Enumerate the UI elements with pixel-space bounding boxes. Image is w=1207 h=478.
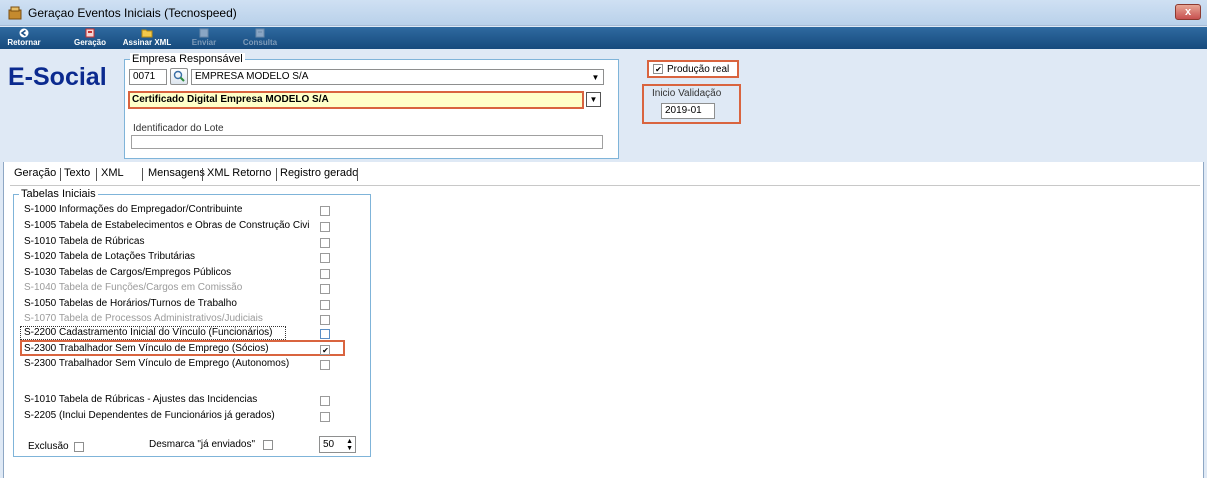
generate-icon xyxy=(85,28,95,38)
empresa-lookup-button[interactable] xyxy=(170,68,188,85)
tabelas-legend: Tabelas Iniciais xyxy=(19,188,98,200)
tabelas-iniciais-group: Tabelas Iniciais S-1000 Informações do E… xyxy=(13,188,371,457)
s1005-checkbox[interactable] xyxy=(320,222,330,233)
empresa-name-select[interactable]: EMPRESA MODELO S/A ▼ xyxy=(191,69,604,85)
s2200-checkbox[interactable] xyxy=(320,329,330,340)
list-item: S-2300 Trabalhador Sem Vínculo de Empreg… xyxy=(24,358,290,369)
list-item: S-1040 Tabela de Funções/Cargos em Comis… xyxy=(24,282,243,293)
validacao-input[interactable]: 2019-01 xyxy=(661,103,715,119)
stepper-value: 50 xyxy=(323,439,335,450)
back-arrow-icon xyxy=(19,28,29,38)
geracao-button[interactable]: Geração xyxy=(70,27,110,49)
list-item: S-1010 Tabela de Rúbricas xyxy=(24,236,145,247)
tab-mensagens[interactable]: Mensagens xyxy=(146,166,207,182)
list-item: S-1030 Tabelas de Cargos/Empregos Públic… xyxy=(24,267,232,278)
desmarca-checkbox[interactable] xyxy=(263,440,273,450)
toolbar: Retornar Geração Assinar XML Enviar Cons… xyxy=(0,27,1207,49)
validacao-label: Inicio Validação xyxy=(652,88,722,99)
query-icon xyxy=(255,28,265,38)
desmarca-label: Desmarca "já enviados" xyxy=(149,439,256,450)
s1000-checkbox[interactable] xyxy=(320,206,330,217)
s1050-checkbox[interactable] xyxy=(320,300,330,311)
list-item: S-1000 Informações do Empregador/Contrib… xyxy=(24,204,243,215)
list-item: S-1010 Tabela de Rúbricas - Ajustes das … xyxy=(24,394,258,405)
folder-icon xyxy=(141,29,153,38)
quantity-stepper[interactable]: 50 ▲ ▼ xyxy=(319,436,356,453)
producao-real-checkbox[interactable]: Produção real xyxy=(647,60,739,78)
certificate-dropdown-icon[interactable]: ▼ xyxy=(586,92,601,107)
window-title: Geraçao Eventos Iniciais (Tecnospeed) xyxy=(28,6,237,20)
validacao-group: Inicio Validação 2019-01 xyxy=(642,84,741,124)
tab-texto[interactable]: Texto xyxy=(62,166,92,182)
producao-label: Produção real xyxy=(667,64,730,75)
empresa-legend: Empresa Responsável xyxy=(130,53,245,65)
exclusao-checkbox[interactable] xyxy=(74,442,84,452)
lote-label: Identificador do Lote xyxy=(133,123,224,134)
s2300-socios-checkbox[interactable] xyxy=(320,345,330,356)
list-item: S-1005 Tabela de Estabelecimentos e Obra… xyxy=(24,220,310,231)
s1040-checkbox[interactable] xyxy=(320,284,330,295)
s2300-autonomos-checkbox[interactable] xyxy=(320,360,330,371)
spin-arrows-icon[interactable]: ▲ ▼ xyxy=(346,438,353,452)
app-icon xyxy=(8,6,22,20)
main-panel: Geração Texto XML Mensagens XML Retorno … xyxy=(3,162,1204,478)
tab-xml[interactable]: XML xyxy=(99,166,126,182)
send-icon xyxy=(199,28,209,38)
s1030-checkbox[interactable] xyxy=(320,269,330,280)
producao-check-icon xyxy=(653,64,663,74)
brand-title: E-Social xyxy=(8,63,107,91)
list-item: S-2205 (Inclui Dependentes de Funcionári… xyxy=(24,410,275,421)
search-icon xyxy=(173,70,185,82)
empresa-name-value: EMPRESA MODELO S/A xyxy=(195,71,309,82)
list-item: S-1050 Tabelas de Horários/Turnos de Tra… xyxy=(24,298,237,309)
chevron-down-icon: ▼ xyxy=(591,73,600,82)
exclusao-label: Exclusão xyxy=(28,441,69,452)
s1010-ajustes-checkbox[interactable] xyxy=(320,396,330,407)
consulta-button[interactable]: Consulta xyxy=(240,27,280,49)
enviar-button[interactable]: Enviar xyxy=(189,27,219,49)
list-item: S-2200 Cadastramento Inicial do Vínculo … xyxy=(24,327,273,338)
s2205-checkbox[interactable] xyxy=(320,412,330,423)
s1010-checkbox[interactable] xyxy=(320,238,330,249)
list-item: S-2300 Trabalhador Sem Vínculo de Empreg… xyxy=(24,343,269,354)
title-bar: Geraçao Eventos Iniciais (Tecnospeed) x xyxy=(0,0,1207,26)
certificate-select[interactable]: Certificado Digital Empresa MODELO S/A xyxy=(128,91,584,109)
tab-xml-retorno[interactable]: XML Retorno xyxy=(205,166,273,182)
close-button[interactable]: x xyxy=(1175,4,1201,20)
tab-geracao[interactable]: Geração xyxy=(12,166,58,182)
s1070-checkbox[interactable] xyxy=(320,315,330,326)
list-item: S-1070 Tabela de Processos Administrativ… xyxy=(24,313,263,324)
empresa-code-input[interactable]: 0071 xyxy=(129,69,167,85)
list-item: S-1020 Tabela de Lotações Tributárias xyxy=(24,251,196,262)
tab-registro-gerado[interactable]: Registro gerado xyxy=(278,166,360,182)
assinar-xml-button[interactable]: Assinar XML xyxy=(122,27,172,49)
s1020-checkbox[interactable] xyxy=(320,253,330,264)
retornar-button[interactable]: Retornar xyxy=(6,27,42,49)
lote-input[interactable] xyxy=(131,135,603,149)
